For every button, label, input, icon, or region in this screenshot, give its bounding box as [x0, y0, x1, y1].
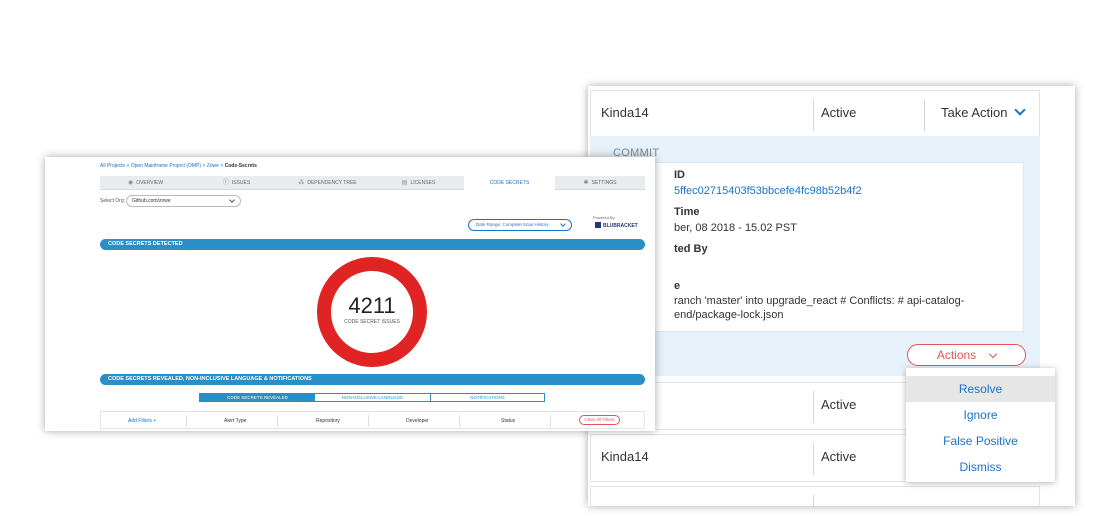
tab-label: ISSUES: [231, 180, 251, 186]
column-divider: [813, 495, 814, 506]
brand-name: BLUBRACKET: [603, 223, 638, 229]
subtab-non-inclusive-language[interactable]: NON-INCLUSIVE LANGUAGE: [315, 394, 430, 401]
row-name: Kinda14: [601, 449, 649, 464]
tab-label: DEPENDENCY TREE: [307, 180, 357, 186]
take-action-label: Take Action: [941, 105, 1008, 120]
org-select-value: Github.com/zowe: [132, 198, 171, 204]
total-issues-label: CODE SECRET ISSUES: [344, 319, 400, 325]
section-header-revealed: CODE SECRETS REVEALED, NON-INCLUSIVE LAN…: [100, 374, 645, 385]
row-status: Active: [821, 449, 857, 464]
date-range-label: Date Range: Complete Scan History: [476, 222, 549, 227]
filter-alert-type[interactable]: Alert Type: [224, 418, 246, 424]
tab-bar: ◉ OVERVIEW ⓘ ISSUES ⁂ DEPENDENCY TREE ▤ LICE…: [100, 176, 645, 190]
tab-dependency-tree[interactable]: ⁂ DEPENDENCY TREE: [282, 176, 373, 190]
tab-label: OVERVIEW: [136, 180, 164, 186]
date-range-select[interactable]: Date Range: Complete Scan History: [468, 219, 572, 231]
tab-overview[interactable]: ◉ OVERVIEW: [100, 176, 191, 190]
commit-message-line: end/package-lock.json: [674, 309, 784, 321]
filter-divider: [459, 415, 460, 427]
commit-message-label: e: [674, 280, 681, 292]
filter-bar: Add Filters + Alert Type Repository Deve…: [100, 411, 645, 429]
clear-filters-button[interactable]: Clear All Filters: [579, 415, 620, 425]
commit-card: ID 5ffec02715403f53bbcefe4fc98b52b4f2 Ti…: [612, 162, 1024, 332]
commit-message-line: ranch 'master' into upgrade_react # Conf…: [674, 295, 965, 307]
sub-tab-bar: CODE SECRETS REVEALED NON-INCLUSIVE LANG…: [199, 393, 545, 402]
actions-label: Actions: [936, 348, 977, 362]
menu-item-ignore[interactable]: Ignore: [906, 402, 1055, 428]
column-divider: [924, 99, 925, 131]
chevron-down-icon[interactable]: [1013, 104, 1026, 116]
subtab-notifications[interactable]: NOTIFICATIONS: [431, 394, 544, 401]
org-select[interactable]: Github.com/zowe: [126, 195, 241, 207]
filter-divider: [550, 415, 551, 427]
alert-row[interactable]: [590, 486, 1040, 506]
subtab-code-secrets-revealed[interactable]: CODE SECRETS REVEALED: [200, 394, 315, 401]
tab-label: CODE SECRETS: [489, 180, 530, 186]
filter-divider: [277, 415, 278, 427]
row-status: Active: [821, 397, 857, 412]
tab-code-secrets[interactable]: CODE SECRETS: [464, 176, 555, 190]
add-filters-button[interactable]: Add Filters +: [128, 418, 156, 424]
filter-divider: [368, 415, 369, 427]
filter-repository[interactable]: Repository: [316, 418, 340, 424]
commit-id-label: ID: [674, 169, 685, 181]
code-secrets-dashboard: All Projects > Open Mainframe Project (O…: [45, 157, 655, 431]
commit-time-label: Time: [674, 206, 700, 218]
tab-settings[interactable]: ✱ SETTINGS: [555, 176, 645, 190]
menu-item-false-positive[interactable]: False Positive: [906, 428, 1055, 454]
commit-time-value: ber, 08 2018 - 15.02 PST: [674, 222, 797, 234]
filter-divider: [186, 415, 187, 427]
chevron-down-icon: [560, 221, 566, 227]
document-icon: ▤: [401, 180, 408, 186]
section-header-detected: CODE SECRETS DETECTED: [100, 239, 645, 250]
gear-icon: ✱: [583, 180, 589, 186]
menu-item-dismiss[interactable]: Dismiss: [906, 454, 1055, 480]
tree-icon: ⁂: [298, 180, 305, 186]
brand-logo: BLUBRACKET: [595, 222, 638, 229]
tab-label: SETTINGS: [591, 180, 617, 186]
actions-menu: Resolve Ignore False Positive Dismiss: [906, 368, 1055, 482]
powered-by-label: Powered By: [593, 215, 615, 220]
globe-icon: ◉: [127, 180, 134, 186]
column-divider: [813, 391, 814, 423]
tab-licenses[interactable]: ▤ LICENSES: [373, 176, 464, 190]
column-divider: [813, 99, 814, 131]
tab-label: LICENSES: [410, 180, 436, 186]
total-issues-count: 4211: [348, 293, 396, 318]
commit-detail-section: COMMIT ID 5ffec02715403f53bbcefe4fc98b52…: [590, 136, 1040, 376]
alert-row[interactable]: Kinda14 Active Take Action: [590, 90, 1040, 138]
breadcrumb: All Projects > Open Mainframe Project (O…: [100, 163, 257, 169]
commit-id-link[interactable]: 5ffec02715403f53bbcefe4fc98b52b4f2: [674, 185, 862, 197]
row-name: Kinda14: [601, 105, 649, 120]
take-action-dropdown[interactable]: Take Action: [941, 104, 1026, 120]
alert-icon: ⓘ: [222, 180, 229, 186]
filter-status[interactable]: Status: [501, 418, 515, 424]
row-status: Active: [821, 105, 857, 120]
breadcrumb-links[interactable]: All Projects > Open Mainframe Project (O…: [100, 163, 225, 169]
breadcrumb-current: Code-Secrets: [224, 163, 257, 169]
committed-by-label: ted By: [674, 243, 708, 255]
filter-developer[interactable]: Developer: [406, 418, 429, 424]
chevron-down-icon: [988, 349, 998, 359]
brand-icon: [595, 222, 601, 228]
chevron-down-icon: [229, 197, 235, 203]
tab-issues[interactable]: ⓘ ISSUES: [191, 176, 282, 190]
select-org-label: Select Org:: [100, 198, 126, 204]
actions-button[interactable]: Actions: [907, 344, 1026, 366]
menu-item-resolve[interactable]: Resolve: [906, 376, 1055, 402]
column-divider: [813, 443, 814, 475]
